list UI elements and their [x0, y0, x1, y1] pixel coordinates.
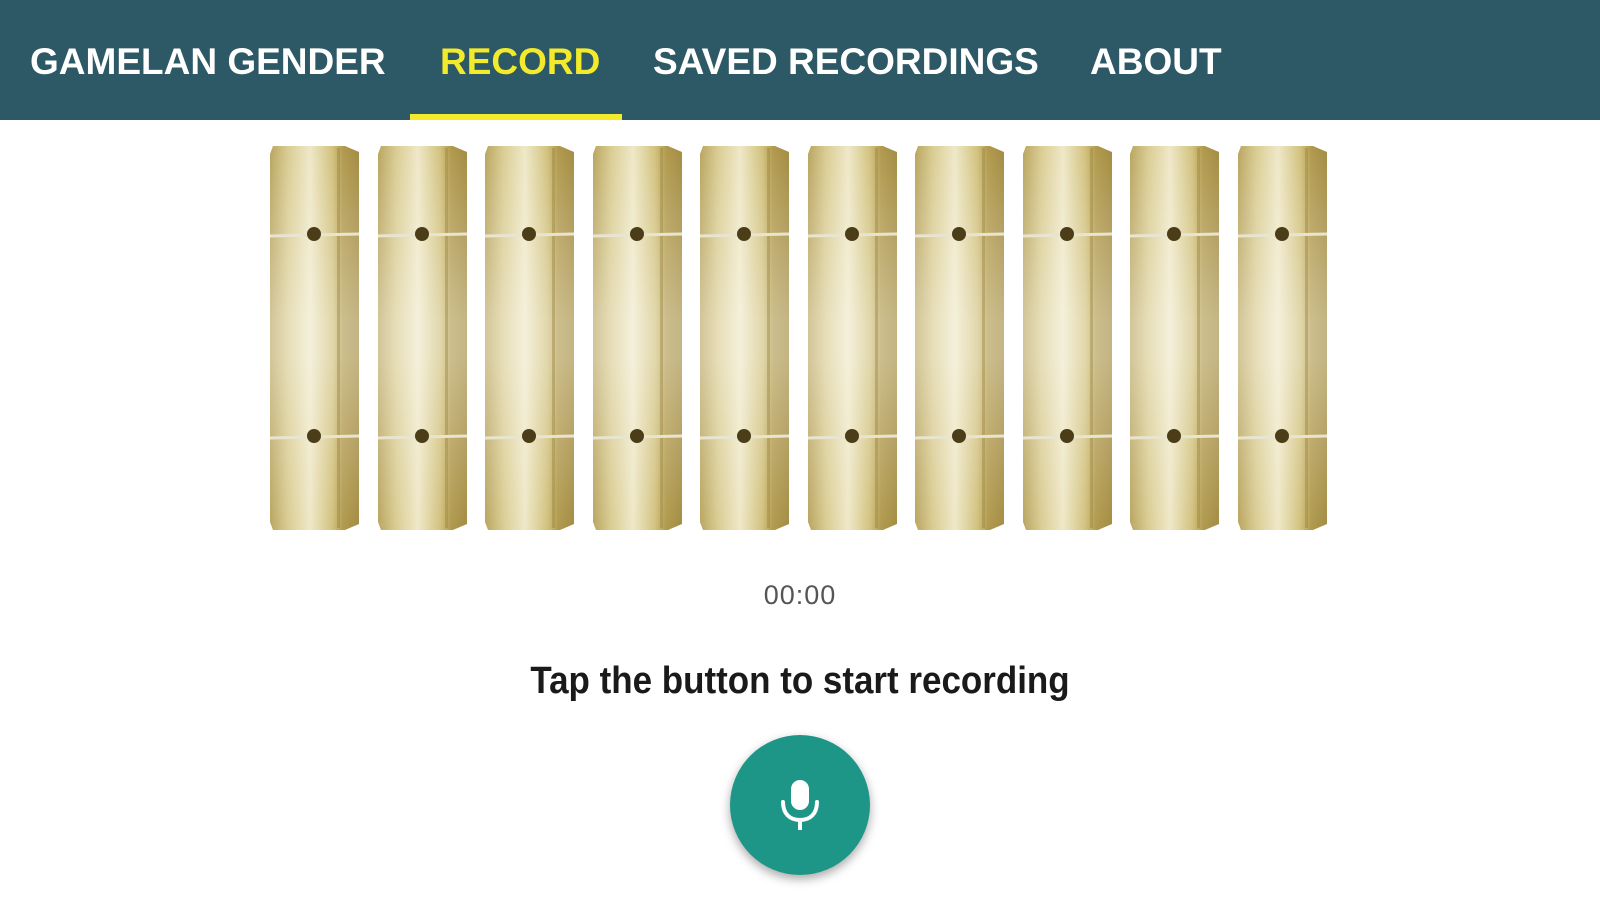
record-button[interactable] [730, 735, 870, 875]
gamelan-bar[interactable] [1022, 144, 1114, 532]
gamelan-bar[interactable] [914, 144, 1006, 532]
gamelan-bar[interactable] [807, 144, 899, 532]
active-tab-indicator [410, 114, 622, 120]
recording-timer: 00:00 [763, 580, 837, 610]
tab-record[interactable]: RECORD [440, 0, 600, 120]
gamelan-bar[interactable] [1129, 144, 1221, 532]
gamelan-bars [269, 144, 1331, 534]
gamelan-bar[interactable] [699, 144, 791, 532]
tab-about[interactable]: ABOUT [1090, 0, 1222, 120]
tab-saved-recordings[interactable]: SAVED RECORDINGS [653, 0, 1039, 120]
gamelan-bar[interactable] [484, 144, 576, 532]
record-hint-text: Tap the button to start recording [530, 660, 1070, 702]
gamelan-bar[interactable] [592, 144, 684, 532]
gamelan-bar[interactable] [1237, 144, 1329, 532]
gamelan-bar[interactable] [377, 144, 469, 532]
tab-bar: GAMELAN GENDER RECORD SAVED RECORDINGS A… [0, 0, 1600, 120]
microphone-icon [781, 780, 819, 830]
gamelan-bar[interactable] [269, 144, 361, 532]
tab-gamelan-gender[interactable]: GAMELAN GENDER [30, 0, 386, 120]
